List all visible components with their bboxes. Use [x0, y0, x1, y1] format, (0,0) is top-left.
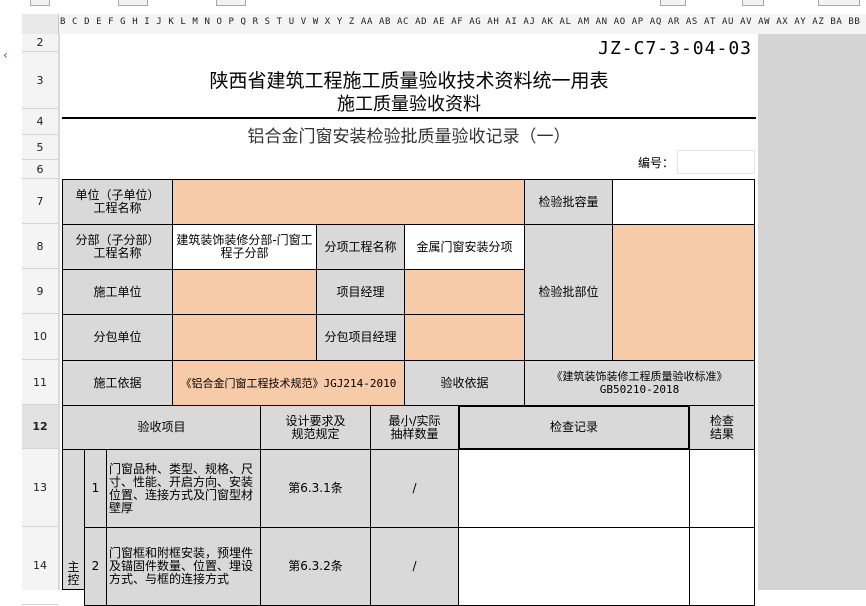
toolbar-button[interactable] [818, 0, 860, 6]
serial-field[interactable] [677, 150, 755, 174]
row-number[interactable]: 6 [22, 160, 58, 179]
row-number[interactable]: 12 [22, 405, 58, 449]
item-description: 门窗品种、类型、规格、尺寸、性能、开启方向、安装位置、连接方式及门窗型材壁厚 [106, 449, 261, 528]
unit-name-label: 单位（子单位） 工程名称 [62, 179, 173, 225]
worksheet[interactable]: JZ-C7-3-04-03 陕西省建筑工程施工质量验收技术资料统一用表 施工质量… [58, 34, 866, 606]
header-sample: 最小/实际 抽样数量 [370, 405, 459, 450]
main-control-label: 主控 [62, 449, 85, 590]
item-record[interactable] [458, 527, 690, 606]
unit-name-field[interactable] [172, 179, 525, 225]
contractor-field[interactable] [172, 269, 317, 315]
row-number[interactable]: 10 [22, 314, 58, 360]
select-all-corner[interactable] [22, 14, 59, 34]
row-number[interactable]: 9 [22, 269, 58, 314]
capacity-field[interactable] [612, 179, 755, 225]
contractor-label: 施工单位 [62, 269, 173, 315]
document-code: JZ-C7-3-04-03 [598, 38, 752, 59]
header-item: 验收项目 [62, 405, 261, 450]
column-letters[interactable]: B C D E F G H I J K L M N O P Q R S T U … [60, 17, 866, 27]
subitem-label: 分项工程名称 [316, 224, 405, 270]
row-number[interactable]: 14 [22, 527, 58, 605]
toolbar-button[interactable] [118, 0, 148, 6]
header-design: 设计要求及 规范规定 [260, 405, 371, 450]
row-number[interactable]: 13 [22, 449, 58, 527]
item-result[interactable] [689, 527, 755, 606]
sub-project-manager-label: 分包项目经理 [316, 314, 405, 361]
acceptance-basis-label: 验收依据 [404, 360, 525, 406]
row-header: 2 3 4 5 6 7 8 9 10 11 12 13 14 [22, 34, 59, 605]
project-manager-label: 项目经理 [316, 269, 405, 315]
construction-basis-label: 施工依据 [62, 360, 173, 406]
form-page: JZ-C7-3-04-03 陕西省建筑工程施工质量验收技术资料统一用表 施工质量… [60, 34, 758, 606]
item-number: 2 [84, 527, 107, 606]
item-clause: 第6.3.1条 [260, 449, 371, 528]
subcontractor-label: 分包单位 [62, 314, 173, 361]
title-rule [62, 117, 756, 119]
item-record[interactable] [458, 449, 690, 528]
row-number[interactable]: 2 [22, 34, 58, 52]
collapse-arrow-icon[interactable]: ‹ [3, 48, 8, 62]
sub-project-manager-field[interactable] [404, 314, 525, 361]
header-record[interactable]: 检查记录 [458, 405, 690, 450]
header-result: 检查 结果 [689, 405, 755, 450]
acceptance-basis-field[interactable]: 《建筑装饰装修工程质量验收标准》GB50210-2018 [524, 360, 755, 406]
toolbar-button[interactable] [660, 0, 686, 6]
subitem-field[interactable]: 金属门窗安装分项 [404, 224, 525, 270]
column-header: B C D E F G H I J K L M N O P Q R S T U … [22, 14, 866, 35]
capacity-label: 检验批容量 [524, 179, 613, 225]
row-number[interactable]: 5 [22, 135, 58, 160]
row-number[interactable]: 7 [22, 179, 58, 224]
division-field[interactable]: 建筑装饰装修分部-门窗工程子分部 [172, 224, 317, 270]
item-result[interactable] [689, 449, 755, 528]
record-title: 铝合金门窗安装检验批质量验收记录（一） [247, 127, 571, 147]
division-label: 分部（子分部） 工程名称 [62, 224, 173, 270]
serial-label: 编号： [638, 156, 675, 170]
row-number[interactable]: 8 [22, 224, 58, 269]
form-category: 施工质量验收资料 [337, 94, 481, 115]
toolbar [0, 0, 866, 15]
row-number[interactable]: 3 [22, 52, 58, 109]
toolbar-button[interactable] [742, 0, 764, 6]
item-description: 门窗框和附框安装，预埋件及锚固件数量、位置、埋设方式、与框的连接方式 [106, 527, 261, 606]
item-clause: 第6.3.2条 [260, 527, 371, 606]
location-field[interactable] [612, 224, 755, 361]
row-number[interactable]: 4 [22, 109, 58, 135]
toolbar-button[interactable] [30, 0, 50, 6]
item-sample[interactable]: / [370, 527, 459, 606]
subcontractor-field[interactable] [172, 314, 317, 361]
item-sample[interactable]: / [370, 449, 459, 528]
sheet-background [758, 34, 866, 590]
form-title: 陕西省建筑工程施工质量验收技术资料统一用表 [209, 70, 609, 92]
location-label: 检验批部位 [524, 224, 613, 361]
outline-gutter: ‹ [0, 14, 23, 590]
construction-basis-field[interactable]: 《铝合金门窗工程技术规范》JGJ214-2010 [172, 360, 405, 406]
project-manager-field[interactable] [404, 269, 525, 315]
row-number[interactable]: 11 [22, 360, 58, 405]
item-number: 1 [84, 449, 107, 528]
toolbar-button[interactable] [216, 0, 246, 6]
